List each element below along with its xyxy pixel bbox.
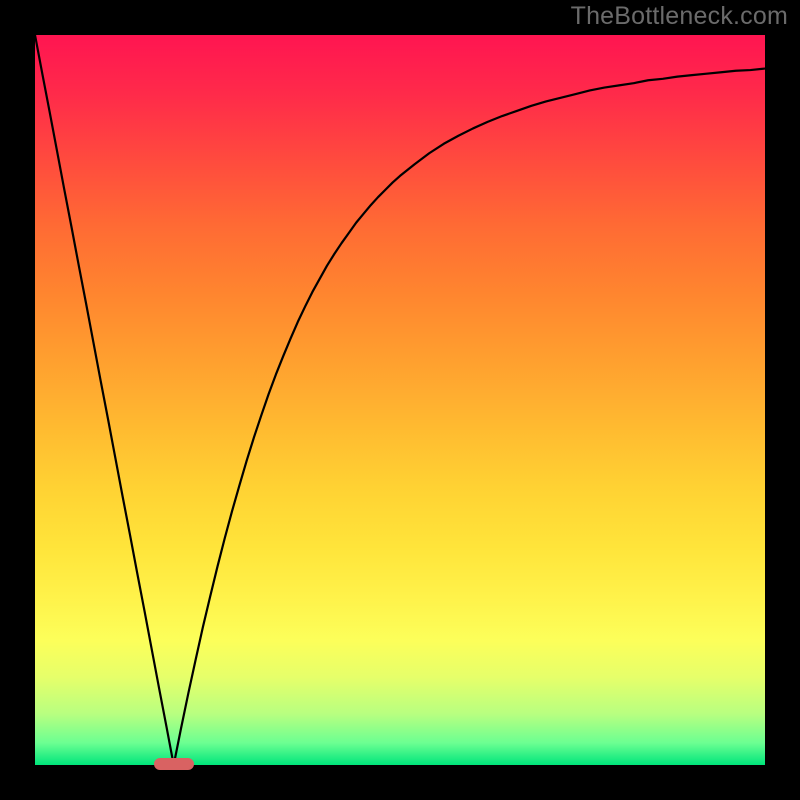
watermark-text: TheBottleneck.com [571,2,788,31]
chart-frame: TheBottleneck.com [0,0,800,800]
optimum-marker [154,758,194,770]
bottleneck-curve [35,35,765,765]
